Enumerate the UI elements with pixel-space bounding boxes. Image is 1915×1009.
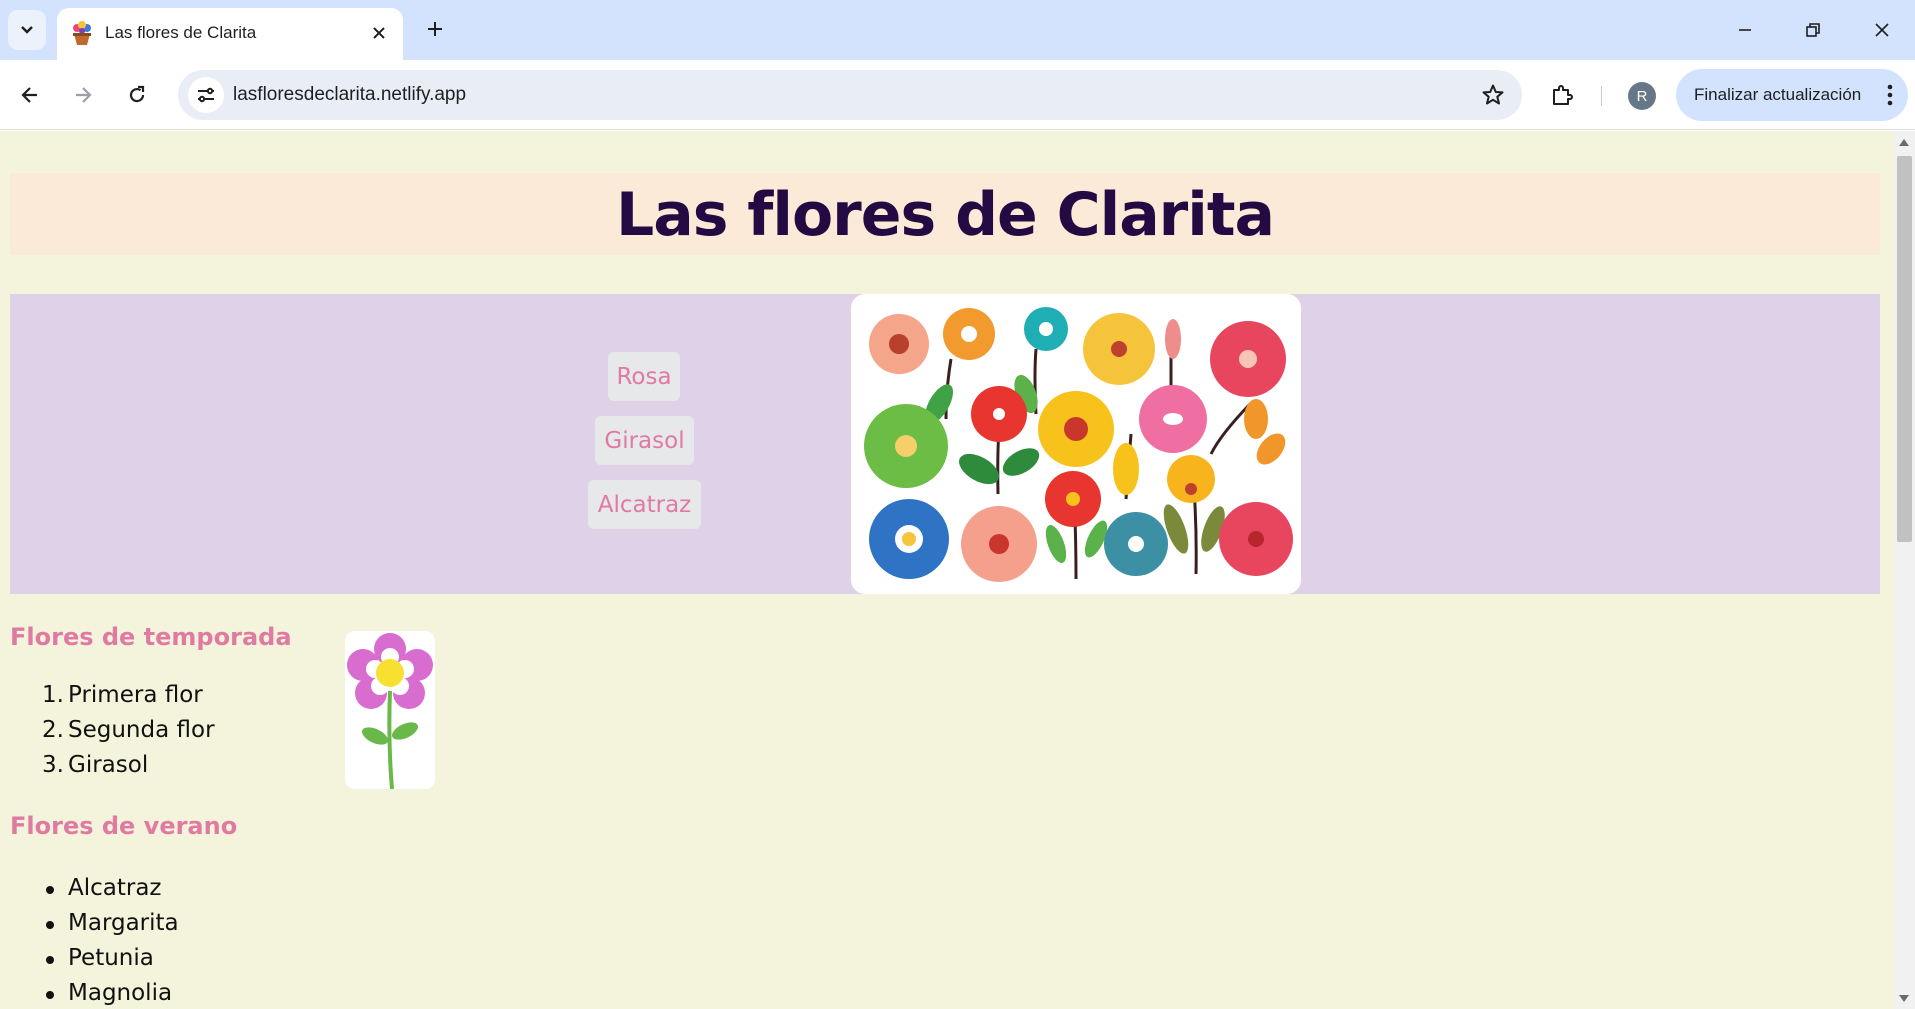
tab-close-button[interactable] xyxy=(367,21,391,45)
summer-flowers-list: Alcatraz Margarita Petunia Magnolia xyxy=(46,871,179,1009)
plus-icon xyxy=(428,22,442,36)
seasonal-flowers-list: 1. Primera flor 2. Segunda flor 3. Girasol xyxy=(42,678,215,783)
arrow-right-icon xyxy=(76,87,92,103)
bullet xyxy=(46,886,54,894)
reload-icon xyxy=(129,85,145,103)
browser-tab-strip: Las flores de Clarita xyxy=(0,0,1915,60)
pink-flower-image xyxy=(345,631,435,790)
list-item: Alcatraz xyxy=(46,871,179,906)
bullet xyxy=(46,921,54,929)
browser-toolbar: lasfloresdeclarita.netlify.app R Finaliz… xyxy=(0,60,1915,130)
list-item-text: Segunda flor xyxy=(68,717,215,743)
tab-search-button[interactable] xyxy=(8,10,46,50)
nav-link-alcatraz[interactable]: Alcatraz xyxy=(588,480,701,529)
restore-icon xyxy=(1806,23,1820,37)
toolbar-separator xyxy=(1601,86,1602,106)
list-number: 2. xyxy=(42,717,64,743)
new-tab-button[interactable] xyxy=(420,14,450,44)
active-tab[interactable]: Las flores de Clarita xyxy=(57,8,403,60)
list-item-text: Primera flor xyxy=(68,682,203,708)
hero-section: Rosa Girasol Alcatraz xyxy=(10,294,1880,594)
back-button[interactable] xyxy=(11,76,49,114)
list-item: Margarita xyxy=(46,906,179,941)
page-title: Las flores de Clarita xyxy=(615,180,1275,250)
tab-title: Las flores de Clarita xyxy=(105,23,257,42)
summer-flowers-heading: Flores de verano xyxy=(10,812,238,840)
page-viewport: Las flores de Clarita Rosa Girasol Alcat… xyxy=(0,131,1894,1009)
profile-avatar[interactable]: R xyxy=(1628,82,1656,110)
list-item: Magnolia xyxy=(46,976,179,1009)
scroll-thumb[interactable] xyxy=(1897,156,1912,542)
scroll-up-arrow-icon[interactable] xyxy=(1899,139,1909,146)
puzzle-icon xyxy=(1553,85,1573,105)
list-number: 1. xyxy=(42,682,64,708)
extensions-button[interactable] xyxy=(1543,76,1581,114)
bookmark-button[interactable] xyxy=(1476,78,1510,112)
flower-pot-favicon-icon xyxy=(73,21,91,45)
reload-button[interactable] xyxy=(118,76,156,114)
bullet xyxy=(46,991,54,999)
flowers-collage-image xyxy=(864,307,1293,582)
nav-link-girasol[interactable]: Girasol xyxy=(595,416,694,465)
bullet xyxy=(46,956,54,964)
list-item: 3. Girasol xyxy=(42,748,215,783)
seasonal-flowers-heading: Flores de temporada xyxy=(10,623,292,651)
scroll-down-arrow-icon[interactable] xyxy=(1899,995,1909,1002)
restore-button[interactable] xyxy=(1788,10,1838,50)
list-item: 2. Segunda flor xyxy=(42,713,215,748)
minimize-button[interactable] xyxy=(1720,10,1770,50)
list-item-text: Magnolia xyxy=(68,980,173,1006)
close-icon xyxy=(1875,23,1889,37)
update-button-label: Finalizar actualización xyxy=(1694,85,1862,104)
url-text: lasfloresdeclarita.netlify.app xyxy=(233,84,467,105)
chevron-down-icon xyxy=(21,26,33,34)
list-item-text: Girasol xyxy=(68,752,149,778)
list-item: 1. Primera flor xyxy=(42,678,215,713)
flower-icon xyxy=(347,633,433,790)
list-item-text: Petunia xyxy=(68,945,154,971)
close-icon xyxy=(373,27,385,39)
close-window-button[interactable] xyxy=(1857,10,1907,50)
list-number: 3. xyxy=(42,752,64,778)
minimize-icon xyxy=(1739,29,1751,31)
site-header: Las flores de Clarita xyxy=(10,173,1880,255)
tune-icon xyxy=(198,87,214,103)
arrow-left-icon xyxy=(21,87,37,103)
star-icon xyxy=(1482,84,1504,105)
address-bar[interactable]: lasfloresdeclarita.netlify.app xyxy=(178,70,1522,120)
list-item: Petunia xyxy=(46,941,179,976)
finish-update-button[interactable]: Finalizar actualización xyxy=(1676,69,1908,121)
flowers-illustration xyxy=(851,294,1301,594)
list-item-text: Alcatraz xyxy=(68,875,162,901)
browser-menu-button[interactable] xyxy=(1880,82,1900,108)
forward-button[interactable] xyxy=(64,76,102,114)
nav-link-rosa[interactable]: Rosa xyxy=(608,352,680,401)
page-scrollbar[interactable] xyxy=(1894,131,1915,1009)
more-vert-icon xyxy=(1887,84,1893,106)
list-item-text: Margarita xyxy=(68,910,179,936)
site-info-button[interactable] xyxy=(188,77,224,113)
